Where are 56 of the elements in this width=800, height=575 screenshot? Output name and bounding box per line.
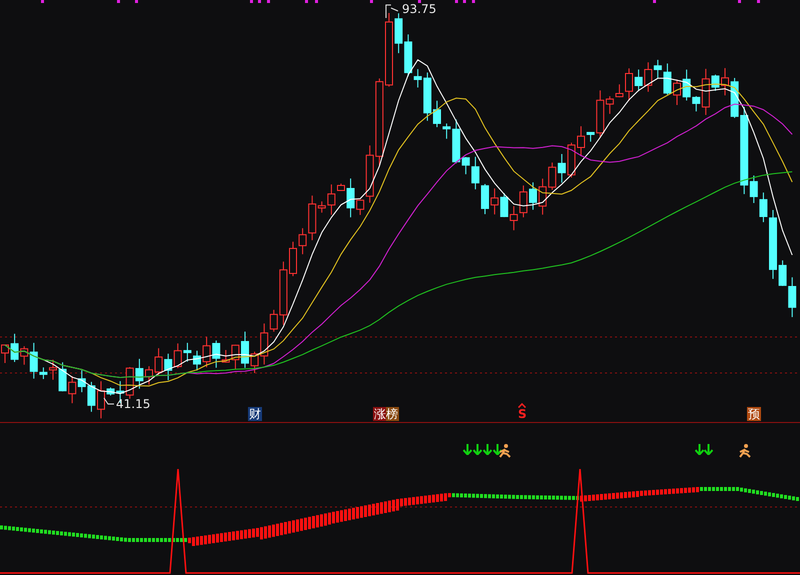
candlestick	[548, 162, 556, 190]
candlestick	[490, 188, 499, 215]
candlestick	[634, 69, 643, 92]
candlestick	[145, 366, 153, 386]
candlestick	[49, 359, 57, 380]
leader-line	[386, 4, 398, 18]
down-arrow-icon	[695, 444, 704, 455]
candlestick	[97, 380, 105, 419]
candlestick	[1, 344, 9, 364]
candlestick	[615, 84, 624, 98]
candlestick	[577, 126, 585, 157]
price-label: 41.15	[116, 397, 150, 411]
price-label: 93.75	[402, 2, 436, 16]
candlestick	[673, 79, 681, 106]
candlestick	[759, 192, 768, 223]
down-arrow-icon	[473, 444, 482, 455]
candlestick	[174, 342, 182, 369]
candlestick	[164, 353, 172, 381]
candlestick	[154, 348, 163, 376]
candlestick	[126, 366, 134, 400]
leader-line	[104, 398, 114, 404]
candlestick	[481, 184, 489, 215]
candlestick	[558, 154, 566, 184]
candlestick	[78, 370, 86, 393]
candlestick	[183, 342, 192, 362]
candlestick	[510, 206, 518, 231]
candlestick	[769, 210, 777, 280]
runner-icon	[499, 444, 512, 458]
runner-icon	[739, 444, 752, 458]
candlestick	[721, 68, 729, 96]
candlestick	[538, 178, 547, 216]
candlestick	[135, 358, 144, 390]
candlestick	[625, 68, 633, 102]
sell-signal[interactable]: S	[517, 403, 528, 421]
down-arrow-icon	[463, 444, 472, 455]
candlestick	[58, 362, 67, 392]
candlestick	[68, 376, 76, 404]
event-badge[interactable]: 财	[248, 407, 262, 421]
candlestick	[337, 183, 345, 192]
candlestick	[241, 331, 249, 368]
candlestick	[394, 12, 403, 54]
down-arrow-icon	[483, 444, 492, 455]
event-badge[interactable]: 涨榜	[373, 407, 399, 421]
candlestick	[193, 350, 201, 371]
down-arrow-icon	[493, 444, 502, 455]
candlestick	[519, 185, 528, 218]
candlestick	[87, 381, 96, 412]
event-badge[interactable]: 预	[747, 407, 761, 421]
candlestick	[433, 100, 441, 128]
candlestick	[289, 241, 297, 277]
candlestick	[202, 336, 211, 368]
candlestick	[567, 142, 576, 178]
candlestick	[529, 182, 537, 210]
candlestick	[500, 192, 508, 218]
caret-icon	[518, 403, 526, 408]
down-arrow-icon	[704, 444, 713, 455]
